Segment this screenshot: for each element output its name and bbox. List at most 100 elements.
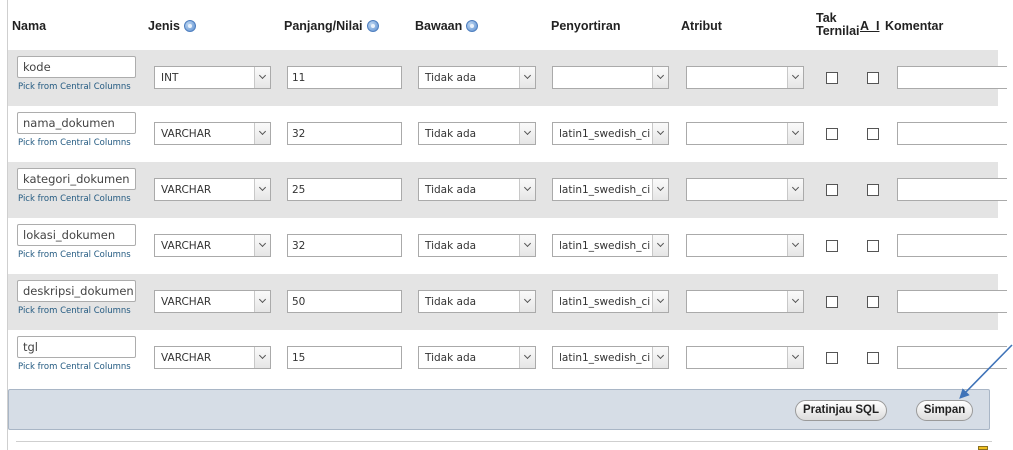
collation-select[interactable]: latin1_swedish_ci (552, 122, 669, 145)
chevron-down-icon (652, 235, 668, 256)
table-row: kode Pick from Central Columns INT 11 Ti… (8, 50, 1007, 106)
help-icon[interactable] (366, 20, 379, 32)
default-select[interactable]: Tidak ada (418, 178, 536, 201)
pick-central-columns-link[interactable]: Pick from Central Columns (18, 250, 131, 260)
length-input[interactable]: 25 (287, 178, 402, 201)
chevron-down-icon (254, 235, 270, 256)
chevron-down-icon (652, 67, 668, 88)
auto-increment-checkbox[interactable] (867, 240, 879, 252)
save-button[interactable]: Simpan (916, 400, 973, 421)
default-select[interactable]: Tidak ada (418, 346, 536, 369)
pick-central-columns-link[interactable]: Pick from Central Columns (18, 194, 131, 204)
chevron-down-icon (652, 123, 668, 144)
chevron-down-icon (787, 67, 803, 88)
length-input[interactable]: 32 (287, 122, 402, 145)
comment-input[interactable] (897, 178, 1007, 201)
auto-increment-checkbox[interactable] (867, 72, 879, 84)
pick-central-columns-link[interactable]: Pick from Central Columns (18, 138, 131, 148)
length-input[interactable]: 32 (287, 234, 402, 257)
collation-select[interactable]: latin1_swedish_ci (552, 178, 669, 201)
header-nama: Nama (12, 19, 47, 33)
column-name-input[interactable]: kategori_dokumen (17, 168, 136, 190)
auto-increment-checkbox[interactable] (867, 352, 879, 364)
header-jenis: Jenis (148, 20, 196, 33)
auto-increment-checkbox[interactable] (867, 128, 879, 140)
type-select[interactable]: VARCHAR (154, 346, 271, 369)
chevron-down-icon (254, 291, 270, 312)
comment-input[interactable] (897, 290, 1007, 313)
column-name-input[interactable]: deskripsi_dokumen (17, 280, 136, 302)
comment-input[interactable] (897, 66, 1007, 89)
null-checkbox[interactable] (826, 352, 838, 364)
column-name-input[interactable]: tgl (17, 336, 136, 358)
auto-increment-checkbox[interactable] (867, 296, 879, 308)
help-icon[interactable] (466, 20, 479, 32)
chevron-down-icon (254, 67, 270, 88)
pick-central-columns-link[interactable]: Pick from Central Columns (18, 362, 131, 372)
chevron-down-icon (787, 235, 803, 256)
default-select[interactable]: Tidak ada (418, 234, 536, 257)
chevron-down-icon (519, 67, 535, 88)
length-input[interactable]: 50 (287, 290, 402, 313)
attribute-select[interactable] (686, 66, 804, 89)
null-checkbox[interactable] (826, 184, 838, 196)
column-name-input[interactable]: nama_dokumen (17, 112, 136, 134)
length-input[interactable]: 15 (287, 346, 402, 369)
collation-select[interactable] (552, 66, 669, 89)
chevron-down-icon (254, 179, 270, 200)
attribute-select[interactable] (686, 346, 804, 369)
comment-input[interactable] (897, 234, 1007, 257)
chevron-down-icon (787, 179, 803, 200)
help-icon[interactable] (183, 20, 196, 32)
chevron-down-icon (787, 347, 803, 368)
attribute-select[interactable] (686, 178, 804, 201)
resize-handle-icon (978, 446, 988, 450)
table-row: lokasi_dokumen Pick from Central Columns… (8, 218, 1007, 274)
chevron-down-icon (254, 123, 270, 144)
chevron-down-icon (519, 347, 535, 368)
column-name-input[interactable]: lokasi_dokumen (17, 224, 136, 246)
chevron-down-icon (519, 291, 535, 312)
collation-select[interactable]: latin1_swedish_ci (552, 346, 669, 369)
header-panjang: Panjang/Nilai (284, 20, 379, 33)
header-tak-ternilai: Tak Ternilai (816, 11, 860, 38)
default-select[interactable]: Tidak ada (418, 290, 536, 313)
collation-select[interactable]: latin1_swedish_ci (552, 290, 669, 313)
pick-central-columns-link[interactable]: Pick from Central Columns (18, 82, 131, 92)
default-select[interactable]: Tidak ada (418, 122, 536, 145)
null-checkbox[interactable] (826, 72, 838, 84)
column-name-input[interactable]: kode (17, 56, 136, 78)
auto-increment-checkbox[interactable] (867, 184, 879, 196)
default-select[interactable]: Tidak ada (418, 66, 536, 89)
divider (16, 441, 992, 442)
preview-sql-button[interactable]: Pratinjau SQL (795, 400, 887, 421)
comment-input[interactable] (897, 122, 1007, 145)
table-row: nama_dokumen Pick from Central Columns V… (8, 106, 1007, 162)
type-select[interactable]: INT (154, 66, 271, 89)
type-select[interactable]: VARCHAR (154, 234, 271, 257)
attribute-select[interactable] (686, 122, 804, 145)
null-checkbox[interactable] (826, 296, 838, 308)
null-checkbox[interactable] (826, 128, 838, 140)
header-penyortiran: Penyortiran (551, 19, 621, 33)
collation-select[interactable]: latin1_swedish_ci (552, 234, 669, 257)
type-select[interactable]: VARCHAR (154, 178, 271, 201)
chevron-down-icon (519, 235, 535, 256)
header-ai: A_I (860, 19, 880, 33)
chevron-down-icon (652, 347, 668, 368)
form-footer: Pratinjau SQL Simpan (8, 389, 990, 430)
attribute-select[interactable] (686, 234, 804, 257)
table-row: kategori_dokumen Pick from Central Colum… (8, 162, 1007, 218)
length-input[interactable]: 11 (287, 66, 402, 89)
chevron-down-icon (787, 123, 803, 144)
chevron-down-icon (787, 291, 803, 312)
pick-central-columns-link[interactable]: Pick from Central Columns (18, 306, 131, 316)
null-checkbox[interactable] (826, 240, 838, 252)
chevron-down-icon (254, 347, 270, 368)
attribute-select[interactable] (686, 290, 804, 313)
type-select[interactable]: VARCHAR (154, 122, 271, 145)
type-select[interactable]: VARCHAR (154, 290, 271, 313)
header-komentar: Komentar (885, 19, 944, 33)
comment-input[interactable] (897, 346, 1007, 369)
chevron-down-icon (652, 291, 668, 312)
